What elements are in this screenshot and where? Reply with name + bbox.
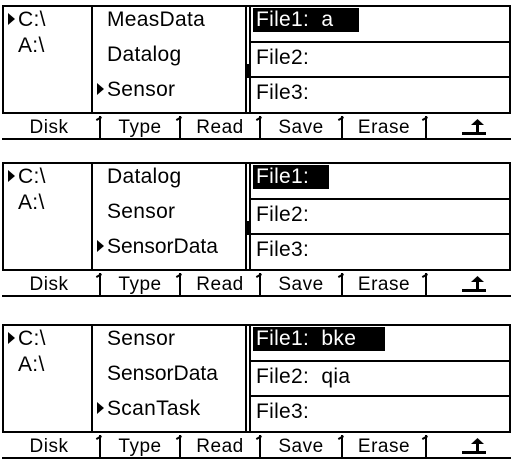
divider <box>251 233 509 235</box>
save-softkey[interactable]: Save <box>264 273 338 297</box>
return-arrow-icon[interactable] <box>460 119 488 137</box>
divider <box>245 5 247 114</box>
softkey-separator <box>176 273 184 297</box>
return-arrow-icon[interactable] <box>460 276 488 294</box>
softkey-separator <box>96 435 104 459</box>
type-item[interactable]: Sensor <box>107 327 175 351</box>
file-slot[interactable]: File3: <box>256 400 309 424</box>
selection-arrow-icon <box>8 170 15 182</box>
softkey-separator <box>96 273 104 297</box>
erase-softkey[interactable]: Erase <box>346 435 422 459</box>
divider <box>2 112 511 114</box>
disk-softkey[interactable]: Disk <box>2 116 96 140</box>
type-item[interactable]: Datalog <box>107 165 181 189</box>
selection-arrow-icon <box>8 13 15 25</box>
file-slot[interactable]: File2: <box>256 203 309 227</box>
type-softkey[interactable]: Type <box>104 116 176 140</box>
softkey-bar: Disk Type Read Save Erase <box>2 116 511 140</box>
type-item[interactable]: ScanTask <box>107 397 200 421</box>
file-manager-screen-2: C:\ A:\ Datalog Sensor SensorData File1:… <box>0 161 517 301</box>
softkey-separator <box>176 435 184 459</box>
softkey-separator <box>176 116 184 140</box>
selection-arrow-icon <box>97 402 104 414</box>
read-softkey[interactable]: Read <box>184 273 256 297</box>
type-softkey[interactable]: Type <box>104 273 176 297</box>
divider <box>251 76 509 78</box>
read-softkey[interactable]: Read <box>184 435 256 459</box>
file-slot[interactable]: File2: qia <box>256 365 350 389</box>
divider <box>2 269 511 271</box>
type-item[interactable]: MeasData <box>107 8 205 32</box>
selection-arrow-icon <box>97 240 104 252</box>
softkey-separator <box>422 116 430 140</box>
type-item[interactable]: Sensor <box>107 200 175 224</box>
softkey-separator <box>338 435 346 459</box>
file-manager-screen-3: C:\ A:\ Sensor SensorData ScanTask File1… <box>0 323 517 463</box>
type-item[interactable]: SensorData <box>107 362 218 386</box>
divider <box>251 198 509 200</box>
softkey-separator <box>422 435 430 459</box>
disk-item-c[interactable]: C:\ <box>18 165 46 189</box>
scroll-marker <box>247 221 251 235</box>
file-slot[interactable]: File3: <box>256 81 309 105</box>
softkey-bar: Disk Type Read Save Erase <box>2 435 511 459</box>
softkey-separator <box>256 116 264 140</box>
disk-softkey[interactable]: Disk <box>2 435 96 459</box>
divider <box>91 162 93 271</box>
save-softkey[interactable]: Save <box>264 435 338 459</box>
disk-item-c[interactable]: C:\ <box>18 8 46 32</box>
softkey-bar: Disk Type Read Save Erase <box>2 273 511 297</box>
selection-arrow-icon <box>8 332 15 344</box>
type-softkey[interactable]: Type <box>104 435 176 459</box>
file-slot[interactable]: File2: <box>256 46 309 70</box>
erase-softkey[interactable]: Erase <box>346 116 422 140</box>
divider <box>91 324 93 433</box>
disk-softkey[interactable]: Disk <box>2 273 96 297</box>
divider <box>91 5 93 114</box>
softkey-separator <box>338 273 346 297</box>
type-item[interactable]: Sensor <box>107 78 175 102</box>
softkey-separator <box>338 116 346 140</box>
divider <box>245 324 247 433</box>
divider <box>245 162 247 271</box>
read-softkey[interactable]: Read <box>184 116 256 140</box>
file-slot[interactable]: File1: a <box>256 8 333 32</box>
file-slot[interactable]: File3: <box>256 238 309 262</box>
type-item[interactable]: SensorData <box>107 235 218 259</box>
file-slot[interactable]: File1: <box>256 165 309 189</box>
type-item[interactable]: Datalog <box>107 43 181 67</box>
divider <box>251 41 509 43</box>
erase-softkey[interactable]: Erase <box>346 273 422 297</box>
divider <box>2 431 511 433</box>
divider <box>249 162 251 271</box>
return-arrow-icon[interactable] <box>460 438 488 456</box>
disk-item-a[interactable]: A:\ <box>18 353 45 377</box>
scroll-marker <box>247 64 251 78</box>
softkey-separator <box>256 435 264 459</box>
disk-item-c[interactable]: C:\ <box>18 327 46 351</box>
softkey-separator <box>96 116 104 140</box>
selection-arrow-icon <box>97 83 104 95</box>
disk-item-a[interactable]: A:\ <box>18 191 45 215</box>
divider <box>249 5 251 114</box>
file-slot[interactable]: File1: bke <box>256 327 356 351</box>
softkey-separator <box>256 273 264 297</box>
divider <box>251 395 509 397</box>
disk-item-a[interactable]: A:\ <box>18 34 45 58</box>
save-softkey[interactable]: Save <box>264 116 338 140</box>
divider <box>251 360 509 362</box>
file-manager-screen-1: C:\ A:\ MeasData Datalog Sensor File1: a… <box>0 4 517 144</box>
divider <box>249 324 251 433</box>
softkey-separator <box>422 273 430 297</box>
